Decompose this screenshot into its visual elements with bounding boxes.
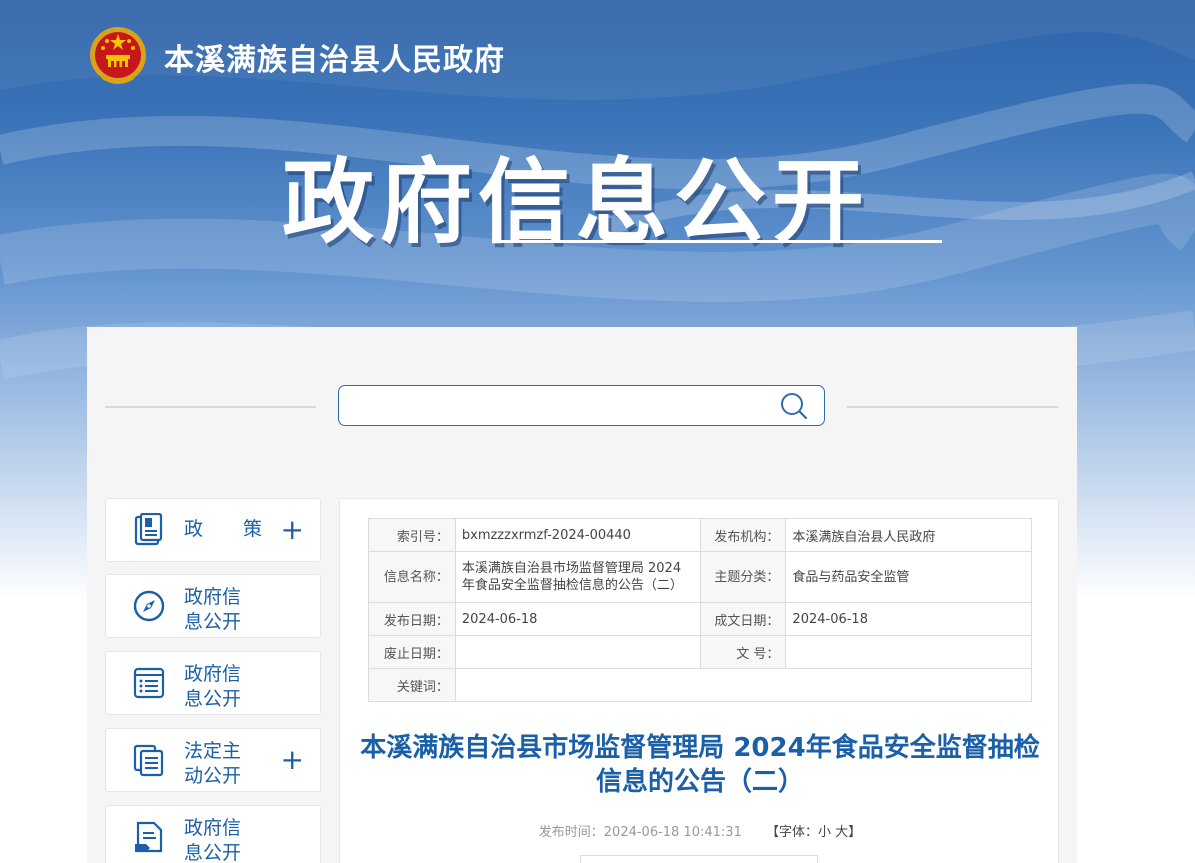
sidebar-item-label: 政府信息公开制度 [184, 663, 242, 714]
name-value: 本溪满族自治县市场监督管理局 2024年食品安全监督抽检信息的公告（二） [454, 551, 701, 603]
article-card: 索引号： bxmzzzxrmzf-2024-00440 发布机构： 本溪满族自治… [339, 498, 1059, 863]
table-row: 索引号： bxmzzzxrmzf-2024-00440 发布机构： 本溪满族自治… [368, 518, 1032, 552]
name-label: 信息名称： [368, 551, 456, 603]
font-small-button[interactable]: 小 [818, 825, 831, 840]
compass-icon [133, 590, 165, 622]
document-stack-icon [134, 513, 163, 546]
search-divider-left [105, 406, 316, 408]
topic-label: 主题分类： [699, 551, 787, 603]
list-document-icon [133, 667, 165, 699]
font-size-suffix: 】 [848, 825, 862, 840]
edit-document-icon [135, 821, 163, 853]
topic-value: 食品与药品安全监管 [785, 551, 1032, 603]
search-icon[interactable] [780, 392, 808, 420]
site-header: 本溪满族自治县人民政府 [88, 25, 505, 89]
table-row: 废止日期： 文 号： [368, 635, 1032, 669]
expand-plus-icon[interactable]: + [281, 746, 304, 774]
sidebar-item-policy[interactable]: 政策 + [105, 498, 321, 562]
table-row: 关键词： [368, 668, 1033, 702]
created-value: 2024-06-18 [785, 602, 1032, 636]
national-emblem-icon [90, 27, 146, 84]
main-panel: 政策 + 政府信息公开指南 政府信息公开制度 [87, 327, 1077, 863]
font-size-control: 【字体：小 大】 [766, 825, 861, 840]
hero-underline [492, 240, 942, 243]
sidebar-item-disclosure[interactable]: 政府信息公开 [105, 805, 321, 863]
keywords-label: 关键词： [368, 668, 456, 702]
sidebar-item-label: 政府信息公开指南 [184, 586, 242, 637]
font-large-button[interactable]: 大 [835, 825, 848, 840]
publish-info: 发布时间：2024-06-18 10:41:31 【字体：小 大】 [340, 821, 1060, 840]
docno-value [785, 635, 1032, 669]
pubdate-label: 发布日期： [368, 602, 456, 636]
article-title: 本溪满族自治县市场监督管理局 2024年食品安全监督抽检信息的公告（二） [360, 733, 1040, 797]
publisher-label: 发布机构： [699, 518, 787, 552]
search-input[interactable] [349, 391, 769, 421]
sidebar-item-statutory[interactable]: 法定主动公开内容 + [105, 728, 321, 792]
docno-label: 文 号： [699, 635, 787, 669]
sidebar-item-label: 法定主动公开内容 [184, 740, 242, 791]
created-label: 成文日期： [699, 602, 787, 636]
content-box-edge [580, 855, 818, 863]
sidebar-item-label: 政府信息公开 [184, 817, 242, 863]
search-box [338, 385, 825, 426]
sidebar-item-guide[interactable]: 政府信息公开指南 [105, 574, 321, 638]
site-title[interactable]: 本溪满族自治县人民政府 [164, 35, 505, 79]
publish-time: 发布时间：2024-06-18 10:41:31 [538, 825, 742, 840]
sidebar-item-system[interactable]: 政府信息公开制度 [105, 651, 321, 715]
table-row: 信息名称： 本溪满族自治县市场监督管理局 2024年食品安全监督抽检信息的公告（… [368, 551, 1032, 603]
pubdate-value: 2024-06-18 [454, 602, 701, 636]
metadata-table: 索引号： bxmzzzxrmzf-2024-00440 发布机构： 本溪满族自治… [368, 518, 1033, 702]
publisher-value: 本溪满族自治县人民政府 [785, 518, 1032, 552]
expire-label: 废止日期： [368, 635, 456, 669]
expand-plus-icon[interactable]: + [281, 516, 304, 544]
index-value: bxmzzzxrmzf-2024-00440 [454, 518, 701, 552]
stacked-pages-icon [133, 744, 164, 777]
table-row: 发布日期： 2024-06-18 成文日期： 2024-06-18 [368, 602, 1032, 636]
expire-value [454, 635, 701, 669]
index-label: 索引号： [368, 518, 456, 552]
search-divider-right [847, 406, 1058, 408]
font-size-prefix: 【字体： [766, 825, 819, 840]
keywords-value [454, 668, 1033, 702]
